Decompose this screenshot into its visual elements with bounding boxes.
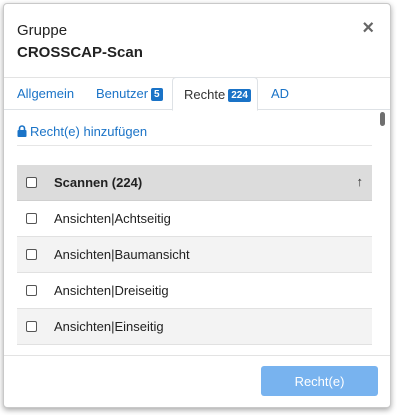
tab-benutzer[interactable]: Benutzer 5 bbox=[96, 77, 163, 110]
row-label: Ansichten|Baumansicht bbox=[54, 247, 190, 262]
row-checkbox[interactable] bbox=[26, 321, 37, 332]
row-checkbox[interactable] bbox=[26, 213, 37, 224]
group-dialog: Gruppe CROSSCAP-Scan × Allgemein Benutze… bbox=[3, 3, 391, 408]
tab-label: Rechte bbox=[184, 87, 226, 102]
table-row[interactable]: Ansichten|Achtseitig bbox=[17, 201, 372, 237]
tab-rechte[interactable]: Rechte 224 bbox=[172, 77, 258, 111]
scroll-thumb[interactable] bbox=[380, 112, 385, 126]
permissions-table: Scannen (224) ↑ Ansichten|Achtseitig Ans… bbox=[17, 165, 372, 345]
count-badge: 224 bbox=[228, 89, 251, 102]
tab-bar: Allgemein Benutzer 5 Rechte 224 AD bbox=[4, 77, 390, 111]
table-header-label: Scannen (224) bbox=[54, 175, 143, 190]
dialog-title-group-name: CROSSCAP-Scan bbox=[17, 44, 143, 61]
remove-permission-button[interactable]: Recht(e) entfernen bbox=[261, 366, 378, 407]
content-scrollbar[interactable] bbox=[380, 110, 386, 354]
dialog-header: Gruppe CROSSCAP-Scan × bbox=[4, 4, 390, 78]
tab-ad[interactable]: AD bbox=[271, 77, 289, 110]
tab-label: Allgemein bbox=[17, 86, 75, 101]
row-checkbox[interactable] bbox=[26, 285, 37, 296]
tab-label: AD bbox=[271, 86, 290, 101]
row-label: Ansichten|Dreiseitig bbox=[54, 283, 169, 298]
dialog-title-label: Gruppe bbox=[17, 22, 68, 39]
table-row[interactable]: Ansichten|Baumansicht bbox=[17, 237, 372, 273]
row-label: Ansichten|Achtseitig bbox=[54, 211, 171, 226]
tab-allgemein[interactable]: Allgemein bbox=[17, 77, 74, 110]
count-badge: 5 bbox=[151, 88, 163, 101]
table-row[interactable]: Ansichten|Einseitig bbox=[17, 309, 372, 345]
table-row[interactable]: Ansichten|Dreiseitig bbox=[17, 273, 372, 309]
row-label: Ansichten|Einseitig bbox=[54, 319, 164, 334]
add-permission-link[interactable]: Recht(e) hinzufügen bbox=[17, 124, 147, 139]
tab-label: Benutzer bbox=[96, 86, 149, 101]
add-permission-label: Recht(e) hinzufügen bbox=[30, 124, 148, 139]
close-icon[interactable]: × bbox=[362, 18, 374, 38]
tab-content: Recht(e) hinzufügen Scannen (224) ↑ Ansi… bbox=[4, 110, 390, 354]
row-checkbox[interactable] bbox=[26, 249, 37, 260]
footer-divider bbox=[4, 355, 390, 356]
select-all-checkbox[interactable] bbox=[26, 177, 37, 188]
link-divider bbox=[17, 145, 372, 146]
lock-icon bbox=[17, 125, 27, 137]
table-header-row: Scannen (224) ↑ bbox=[17, 165, 372, 201]
sort-asc-icon[interactable]: ↑ bbox=[357, 174, 364, 189]
